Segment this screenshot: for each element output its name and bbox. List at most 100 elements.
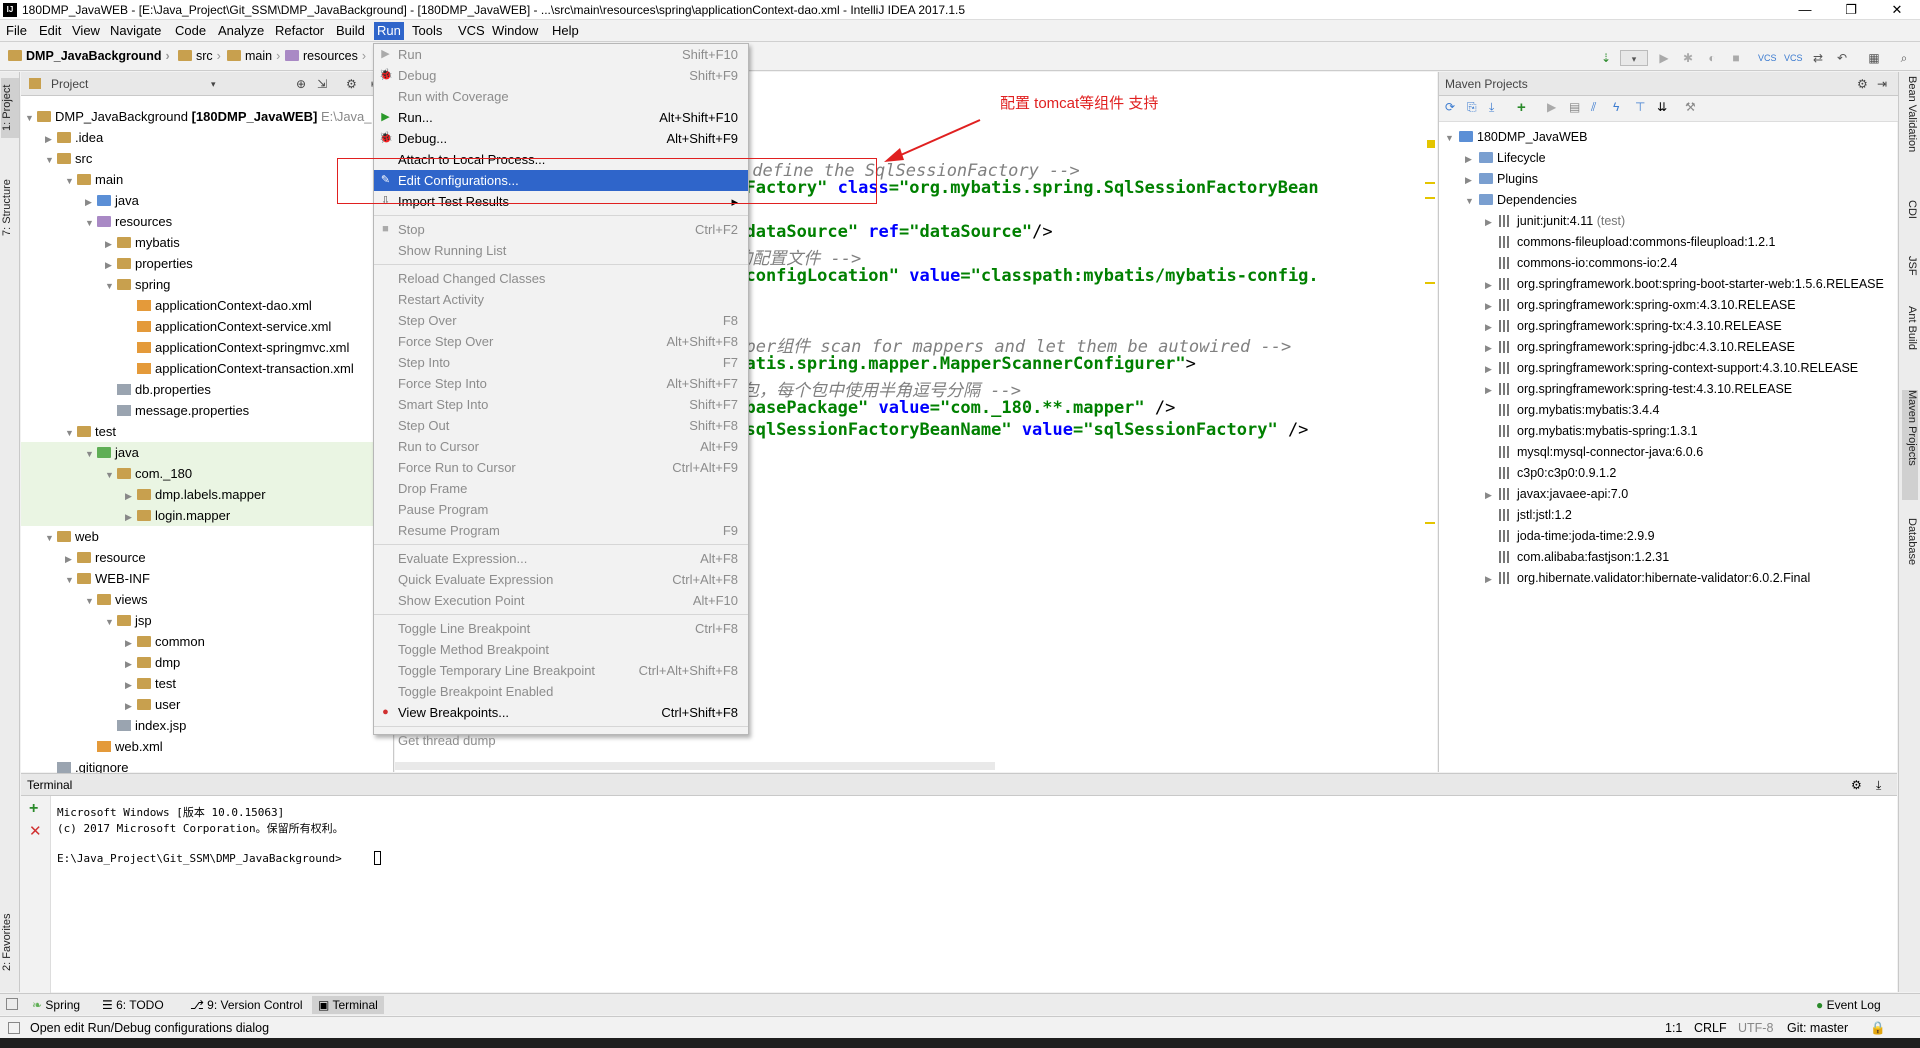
maven-item[interactable]: org.mybatis:mybatis:3.4.4 <box>1485 400 1659 421</box>
tree-item[interactable]: message.properties <box>105 400 249 421</box>
expand-arrow[interactable]: ▼ <box>105 612 117 633</box>
expand-arrow[interactable]: ▼ <box>85 213 97 234</box>
run-menu-item[interactable]: Restart Activity <box>374 289 748 310</box>
run-menu-item[interactable]: 🐞 Debug Shift+F9 <box>374 65 748 86</box>
maven-item[interactable]: org.mybatis:mybatis-spring:1.3.1 <box>1485 421 1698 442</box>
hide-panel-icon[interactable]: ⤓ <box>1876 774 1881 796</box>
scroll-from-source-icon[interactable]: ⊕ <box>296 72 306 96</box>
run-menu-item[interactable]: 🐞 Debug... Alt+Shift+F9 <box>374 128 748 149</box>
run-menu-item[interactable]: Resume Program F9 <box>374 520 748 541</box>
menu-build[interactable]: Build <box>333 22 368 40</box>
run-menu-item[interactable]: Toggle Temporary Line Breakpoint Ctrl+Alt… <box>374 660 748 681</box>
maven-item[interactable]: ▶ org.springframework:spring-oxm:4.3.10.R… <box>1485 295 1796 316</box>
revert-icon[interactable]: ↶ <box>1834 50 1850 66</box>
expand-arrow[interactable]: ▶ <box>1485 338 1499 359</box>
tree-item[interactable]: ▶ dmp.labels.mapper <box>125 484 266 505</box>
search-everywhere-icon[interactable]: ⌕ <box>1896 50 1912 66</box>
expand-arrow[interactable]: ▼ <box>65 171 77 192</box>
run-menu-item[interactable]: Step Over F8 <box>374 310 748 331</box>
expand-arrow[interactable]: ▶ <box>1485 569 1499 590</box>
expand-arrow[interactable]: ▶ <box>105 234 117 255</box>
run-menu-item[interactable]: Pause Program <box>374 499 748 520</box>
tool-tab-ant-build[interactable]: Ant Build <box>1902 306 1918 376</box>
tree-item[interactable]: ▼ WEB-INF <box>65 568 150 589</box>
maven-item[interactable]: ▼ 180DMP_JavaWEB <box>1445 127 1587 148</box>
tool-tab-cdi[interactable]: CDI <box>1902 200 1918 240</box>
tree-item[interactable]: ▼ resources <box>85 211 172 232</box>
run-menu-item[interactable]: ■ Stop Ctrl+F2 <box>374 219 748 240</box>
maven-item[interactable]: ▶ org.springframework:spring-context-supp… <box>1485 358 1858 379</box>
tree-item[interactable]: index.jsp <box>105 715 186 736</box>
toggle-tool-windows-icon[interactable] <box>6 998 18 1010</box>
run-config-select[interactable]: ▾ <box>1620 50 1648 66</box>
expand-arrow[interactable]: ▶ <box>125 633 137 654</box>
run-icon[interactable]: ▶ <box>1656 50 1672 66</box>
tool-tab-structure[interactable]: 7: Structure <box>1 168 19 248</box>
expand-arrow[interactable]: ▶ <box>125 654 137 675</box>
project-structure-icon[interactable]: ▦ <box>1866 50 1882 66</box>
reimport-icon[interactable]: ⟳ <box>1445 100 1455 114</box>
toggle-offline-icon[interactable]: ⫽ <box>1591 100 1596 115</box>
settings-gear-icon[interactable]: ⚙ <box>1857 72 1868 96</box>
run-menu-item[interactable]: ● View Breakpoints... Ctrl+Shift+F8 <box>374 702 748 723</box>
maven-item[interactable]: ▶ javax:javaee-api:7.0 <box>1485 484 1628 505</box>
expand-arrow[interactable]: ▼ <box>105 465 117 486</box>
expand-arrow[interactable]: ▼ <box>85 444 97 465</box>
tab-version-control[interactable]: ⎇ 9: Version Control <box>184 996 309 1014</box>
generate-sources-icon[interactable]: ⎘ <box>1467 100 1477 115</box>
tree-item[interactable]: ▶ resource <box>65 547 146 568</box>
add-project-icon[interactable]: + <box>1517 99 1526 116</box>
run-menu-item[interactable]: Run with Coverage <box>374 86 748 107</box>
expand-arrow[interactable]: ▶ <box>1485 485 1499 506</box>
expand-arrow[interactable]: ▶ <box>1485 212 1499 233</box>
tree-item[interactable]: ▼ views <box>85 589 148 610</box>
settings-gear-icon[interactable]: ⚙ <box>346 72 357 96</box>
menu-file[interactable]: File <box>3 22 30 40</box>
menu-window[interactable]: Window <box>489 22 541 40</box>
run-menu-item[interactable]: Drop Frame <box>374 478 748 499</box>
lock-icon[interactable]: 🔒 <box>1870 1017 1886 1039</box>
tree-item[interactable]: ▼ jsp <box>105 610 152 631</box>
run-menu-item[interactable]: Reload Changed Classes <box>374 268 748 289</box>
run-config-icon[interactable]: ▤ <box>1569 100 1580 114</box>
tree-item[interactable]: ▶ java <box>85 190 139 211</box>
menu-code[interactable]: Code <box>172 22 209 40</box>
tool-tab-database[interactable]: Database <box>1902 518 1918 598</box>
run-menu-item[interactable]: Toggle Breakpoint Enabled <box>374 681 748 702</box>
expand-arrow[interactable]: ▼ <box>1465 191 1479 212</box>
tab-terminal[interactable]: ▣ Terminal <box>312 996 384 1014</box>
run-menu-item[interactable]: Toggle Method Breakpoint <box>374 639 748 660</box>
expand-arrow[interactable]: ▶ <box>125 486 137 507</box>
breadcrumb-project[interactable]: DMP_JavaBackground › <box>8 49 170 63</box>
close-window-button[interactable]: ✕ <box>1874 0 1920 19</box>
expand-arrow[interactable]: ▼ <box>65 570 77 591</box>
expand-arrow[interactable]: ▼ <box>65 423 77 444</box>
expand-arrow[interactable]: ▼ <box>25 108 37 129</box>
expand-arrow[interactable]: ▼ <box>85 591 97 612</box>
expand-arrow[interactable]: ▶ <box>85 192 97 213</box>
tool-tab-project[interactable]: 1: Project <box>1 78 19 138</box>
tool-tab-bean-validation[interactable]: Bean Validation <box>1902 76 1918 186</box>
vcs-commit-icon[interactable]: VCS <box>1784 50 1803 66</box>
expand-arrow[interactable]: ▼ <box>45 528 57 549</box>
stop-icon[interactable]: ■ <box>1728 50 1744 66</box>
maven-item[interactable]: ▶ org.springframework.boot:spring-boot-st… <box>1485 274 1884 295</box>
tree-item[interactable]: ▶ properties <box>105 253 193 274</box>
tree-item[interactable]: web.xml <box>85 736 163 757</box>
breadcrumb-resources[interactable]: resources › <box>285 49 366 63</box>
project-view-dropdown-icon[interactable]: ▾ <box>211 72 216 96</box>
tree-item[interactable]: ▼ test <box>65 421 116 442</box>
close-session-icon[interactable]: ✕ <box>29 822 42 840</box>
tree-item[interactable]: ▼ web <box>45 526 99 547</box>
expand-arrow[interactable]: ▶ <box>1485 380 1499 401</box>
expand-arrow[interactable]: ▶ <box>65 549 77 570</box>
tree-item[interactable]: ▼ src <box>45 148 92 169</box>
menu-tools[interactable]: Tools <box>409 22 445 40</box>
tree-item[interactable]: db.properties <box>105 379 211 400</box>
expand-arrow[interactable]: ▼ <box>45 150 57 171</box>
run-menu-item[interactable]: Step Out Shift+F8 <box>374 415 748 436</box>
expand-arrow[interactable]: ▶ <box>125 675 137 696</box>
expand-arrow[interactable]: ▶ <box>125 507 137 528</box>
tree-item[interactable]: ▼ java <box>85 442 139 463</box>
run-menu-item[interactable]: Get thread dump <box>374 730 748 751</box>
